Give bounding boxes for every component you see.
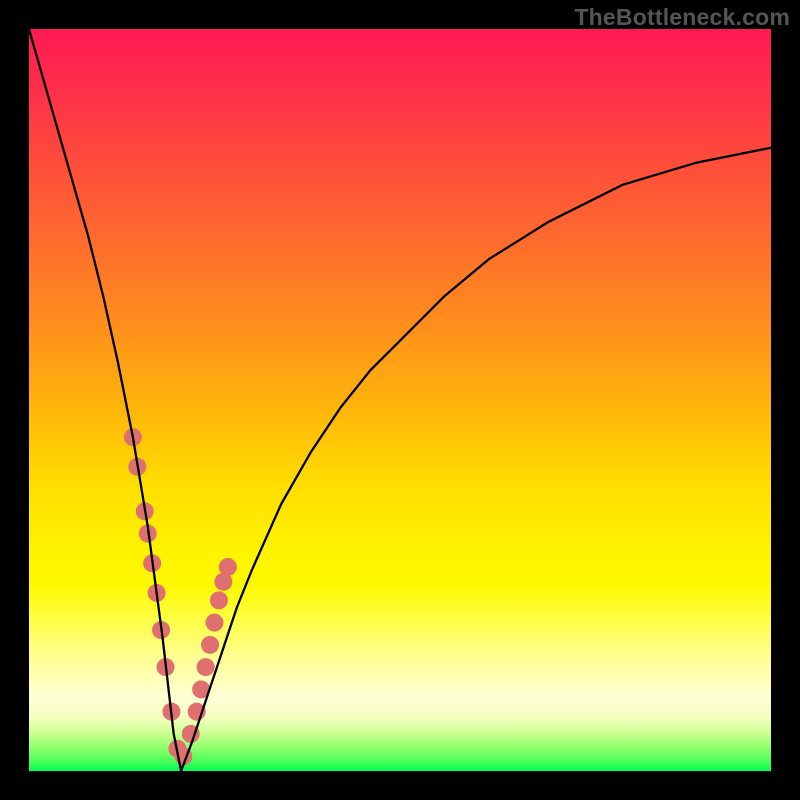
marker-dot — [219, 558, 237, 576]
marker-dot — [210, 591, 228, 609]
marker-dot — [206, 614, 224, 632]
bottleneck-curve — [29, 29, 771, 771]
curve-svg — [29, 29, 771, 771]
plot-area — [29, 29, 771, 771]
marker-dot — [197, 658, 215, 676]
marker-dot — [201, 636, 219, 654]
watermark-text: TheBottleneck.com — [574, 4, 790, 31]
chart-stage: TheBottleneck.com — [0, 0, 800, 800]
